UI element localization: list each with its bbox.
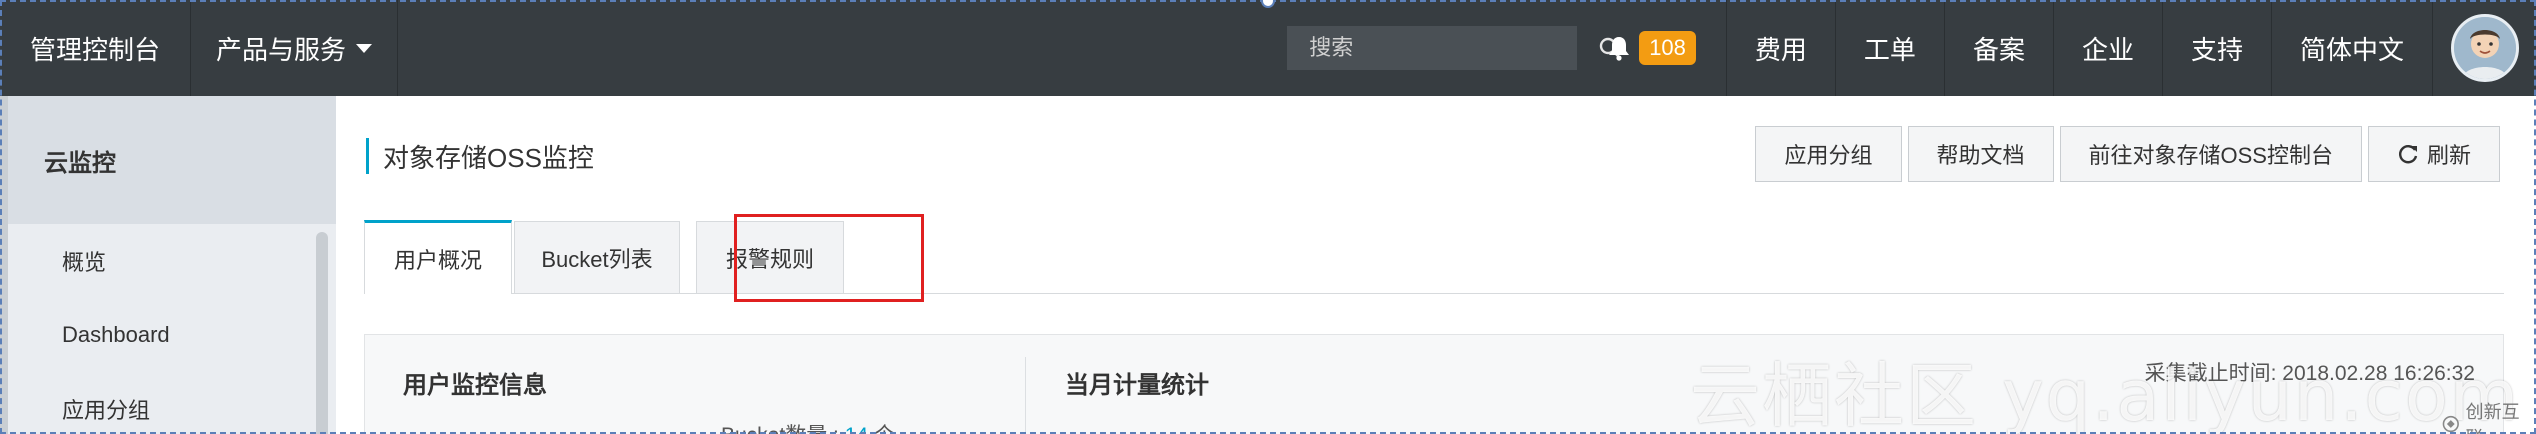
products-menu-label: 产品与服务 [215,34,346,65]
help-docs-button[interactable]: 帮助文档 [1907,126,2054,182]
sidebar: 云监控 概览 Dashboard 应用分组 [0,96,336,434]
user-menu[interactable] [2432,0,2536,96]
nav-tickets[interactable]: 工单 [1834,0,1944,96]
tab-user-overview[interactable]: 用户概况 [364,220,512,294]
panel-divider [1025,357,1026,434]
nav-enterprise-label: 企业 [2081,34,2134,65]
nav-support[interactable]: 支持 [2161,0,2271,96]
bucket-count-value[interactable]: 14 [845,424,868,434]
refresh-icon [2398,145,2418,164]
goto-oss-console-button[interactable]: 前往对象存储OSS控制台 [2059,126,2362,182]
sidebar-scrollbar[interactable] [316,232,328,434]
page-title: 对象存储OSS监控 [366,138,594,174]
notifications[interactable]: 108 [1607,31,1696,65]
logo-icon [2442,415,2459,433]
bucket-count-unit: 个 [874,424,895,434]
bucket-count: Bucket数量 : 14 个 [721,419,895,434]
sidebar-item-dashboard[interactable]: Dashboard [8,298,336,372]
nav-icp-filing[interactable]: 备案 [1943,0,2053,96]
sidebar-title[interactable]: 云监控 [8,96,336,224]
user-monitoring-title: 用户监控信息 [403,372,547,399]
toolbar: 应用分组 帮助文档 前往对象存储OSS控制台 刷新 [1755,126,2500,182]
nav-language-label: 简体中文 [2299,34,2404,65]
sidebar-item-app-group[interactable]: 应用分组 [8,372,336,434]
notification-badge: 108 [1639,31,1696,65]
app-group-button[interactable]: 应用分组 [1755,126,1902,182]
sidebar-title-label: 云监控 [44,149,116,177]
tab-bucket-list[interactable]: Bucket列表 [514,221,680,293]
tab-label: Bucket列表 [541,246,653,272]
avatar [2450,14,2519,82]
search-input[interactable] [1287,26,1598,70]
nav-enterprise[interactable]: 企业 [2052,0,2162,96]
tab-label: 报警规则 [725,246,814,272]
nav-tickets-label: 工单 [1863,34,1916,65]
sidebar-item-overview[interactable]: 概览 [8,224,336,298]
sidebar-item-label: Dashboard [62,322,170,347]
tab-label: 用户概况 [393,247,482,273]
refresh-button[interactable]: 刷新 [2367,126,2500,182]
sidebar-item-label: 应用分组 [62,398,151,423]
nav-language[interactable]: 简体中文 [2270,0,2432,96]
help-docs-button-label: 帮助文档 [1936,143,2025,168]
watermark-text: 云栖社区 yq.aliyun.com [1690,355,2521,434]
caret-down-icon [356,43,372,53]
watermark-logo-label: 创新互联 [2465,402,2520,434]
watermark-logo: 创新互联 [2442,398,2536,434]
goto-oss-console-button-label: 前往对象存储OSS控制台 [2088,143,2333,168]
nav-icp-filing-label: 备案 [1972,34,2025,65]
tab-bar: 用户概况 Bucket列表 报警规则 [364,220,2504,294]
console-home-link[interactable]: 管理控制台 [0,0,190,96]
refresh-button-label: 刷新 [2426,143,2471,168]
app-group-button-label: 应用分组 [1784,143,1873,168]
bucket-count-label: Bucket数量 : [721,424,839,434]
monthly-stats-title: 当月计量统计 [1065,372,1209,399]
nav-billing-label: 费用 [1754,34,1807,65]
search-box [1287,26,1621,70]
products-menu[interactable]: 产品与服务 [190,0,398,96]
top-navbar: 管理控制台 产品与服务 108 费用 工单 备案 企业 支持 简体中文 [0,0,2536,96]
page-title-label: 对象存储OSS监控 [383,142,594,173]
bell-icon [1609,37,1630,61]
avatar-face-icon [2453,17,2516,79]
nav-billing[interactable]: 费用 [1725,0,1835,96]
tab-alarm-rules[interactable]: 报警规则 [696,221,844,293]
sidebar-item-label: 概览 [62,250,107,275]
nav-support-label: 支持 [2190,34,2243,65]
console-home-label: 管理控制台 [29,34,160,65]
